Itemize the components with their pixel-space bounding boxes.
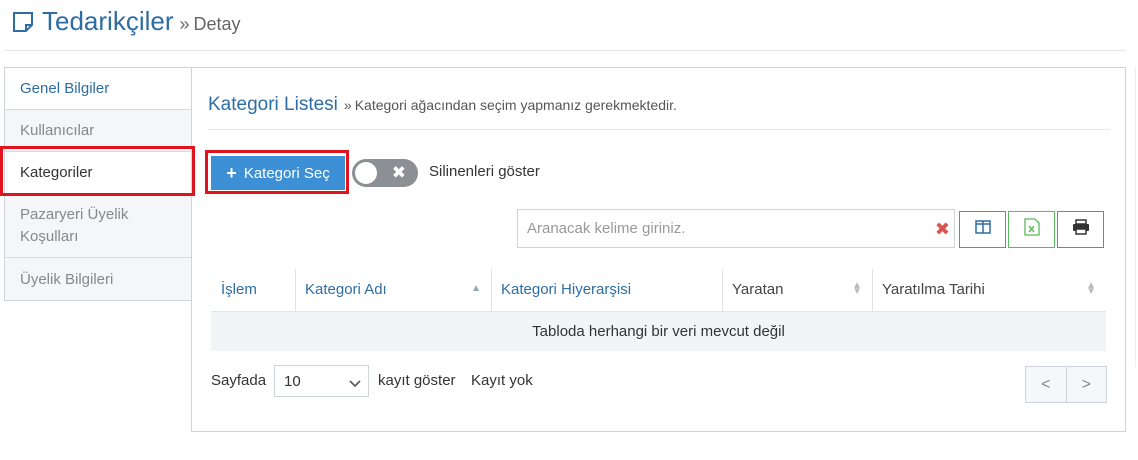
column-divider (295, 269, 296, 311)
per-page-suffix: kayıt göster (378, 372, 456, 389)
sidebar-item-pazaryeri-uyelik-kosullari[interactable]: Pazaryeri Üyelik Koşulları (5, 194, 192, 258)
column-label: Kategori Hiyerarşisi (501, 281, 632, 299)
chevron-down-icon (349, 376, 361, 388)
search-input[interactable] (518, 210, 918, 247)
panel-title: Kategori Listesi (208, 94, 338, 115)
sidebar-item-label: Genel Bilgiler (20, 80, 110, 97)
panel-header: Kategori Listesi » Kategori ağacından seç… (208, 94, 1110, 130)
hint-separator: » (343, 97, 352, 113)
next-page-button[interactable]: > (1067, 367, 1107, 402)
search-box: ✖ (517, 209, 955, 248)
sidebar-nav: Genel Bilgiler Kullanıcılar Kategoriler … (4, 67, 192, 301)
column-header-kategori-hiyerarsisi[interactable]: Kategori Hiyerarşisi (491, 269, 722, 312)
breadcrumb-separator: » (179, 14, 190, 34)
pagination: < > (1025, 366, 1107, 403)
select-category-button[interactable]: + Kategori Seç (211, 156, 345, 190)
sort-icon: ▲ ▼ (1086, 280, 1096, 297)
column-header-islem[interactable]: İşlem (211, 269, 295, 312)
column-label: Yaratılma Tarihi (882, 281, 985, 299)
per-page-prefix: Sayfada (211, 372, 267, 389)
panel-hint: » Kategori ağacından seçim yapmanız gerek… (344, 97, 677, 113)
table-header-row: İşlem Kategori Adı ▲ Kategori Hiyerarşisi… (211, 269, 1106, 312)
per-page-select[interactable]: 10 (274, 365, 369, 397)
column-divider (722, 269, 723, 311)
hint-text: Kategori ağacından seçim yapmanız gerekm… (354, 97, 677, 113)
print-icon (1072, 219, 1090, 240)
sidebar-item-label: Kullanıcılar (20, 122, 95, 139)
sidebar-item-label: Kategoriler (20, 164, 93, 181)
toggle-knob (355, 162, 377, 184)
sidebar-item-label: Üyelik Bilgileri (20, 270, 114, 288)
select-category-label: Kategori Seç (243, 164, 330, 182)
column-header-kategori-adi[interactable]: Kategori Adı ▲ (295, 269, 491, 312)
sidebar-item-label: Pazaryeri Üyelik Koşulları (20, 205, 129, 245)
table-row: Tabloda herhangi bir veri mevcut değil (211, 311, 1106, 351)
previous-page-button[interactable]: < (1026, 367, 1067, 402)
columns-button[interactable] (959, 211, 1006, 248)
print-button[interactable] (1057, 211, 1104, 248)
columns-icon (974, 220, 991, 239)
page-title: Tedarikçiler (42, 6, 174, 36)
sidebar-item-kategoriler[interactable]: Kategoriler (5, 152, 192, 194)
category-panel: Kategori Listesi » Kategori ağacından seç… (191, 67, 1126, 432)
column-divider (872, 269, 873, 311)
breadcrumb-current: Detay (193, 14, 241, 34)
empty-table-message: Tabloda herhangi bir veri mevcut değil (211, 311, 1106, 351)
column-label: Yaratan (732, 281, 784, 299)
record-info: Kayıt yok (471, 372, 533, 389)
sidebar-item-genel-bilgiler[interactable]: Genel Bilgiler (5, 68, 192, 110)
plus-icon: + (226, 163, 237, 183)
category-table: İşlem Kategori Adı ▲ Kategori Hiyerarşisi… (211, 269, 1106, 351)
column-header-yaratan[interactable]: Yaratan ▲ ▼ (722, 269, 872, 312)
toggle-off-icon: ✖ (391, 163, 406, 182)
show-deleted-toggle[interactable]: ✖ (352, 159, 418, 187)
show-deleted-label: Silinenleri göster (429, 163, 540, 180)
clear-search-icon[interactable]: ✖ (935, 219, 950, 239)
sort-asc-icon: ▲ (471, 283, 481, 294)
per-page-value: 10 (284, 372, 301, 390)
column-label: İşlem (221, 281, 257, 299)
header-divider (4, 50, 1126, 51)
document-icon (12, 11, 34, 33)
excel-export-button[interactable] (1008, 211, 1055, 248)
sidebar-item-uyelik-bilgileri[interactable]: Üyelik Bilgileri (5, 258, 192, 300)
page-header: Tedarikçiler » Detay (12, 6, 241, 42)
sort-icon: ▲ ▼ (852, 280, 862, 297)
column-label: Kategori Adı (305, 281, 387, 299)
sidebar-item-kullanicilar[interactable]: Kullanıcılar (5, 110, 192, 152)
excel-icon (1023, 218, 1040, 241)
page-subtitle: » Detay (180, 14, 241, 35)
column-header-yaratilma-tarihi[interactable]: Yaratılma Tarihi ▲ ▼ (872, 269, 1106, 312)
column-divider (491, 269, 492, 311)
